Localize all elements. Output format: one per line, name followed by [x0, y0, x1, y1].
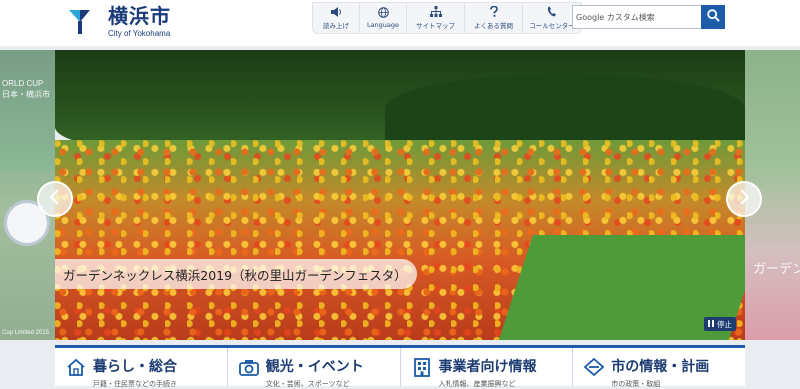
- tool-read-aloud[interactable]: 読み上げ: [313, 3, 360, 33]
- sitemap-icon: [429, 6, 442, 17]
- next-slide-caption: ガーデン: [753, 262, 800, 277]
- tool-language[interactable]: Language: [360, 3, 407, 33]
- tool-label: Language: [366, 21, 400, 29]
- nav-sub: 戸籍・住民票などの手続き: [93, 380, 177, 388]
- search-input[interactable]: [572, 5, 701, 29]
- site-logo[interactable]: 横浜市 City of Yokohama: [66, 6, 171, 40]
- slide-caption[interactable]: ガーデンネックレス横浜2019（秋の里山ガーデンフェスタ）: [55, 259, 417, 289]
- chevron-left-icon: [49, 189, 61, 209]
- tool-label: 読み上げ: [323, 22, 349, 30]
- nav-business[interactable]: 事業者向け情報 入札情報、産業振興など: [401, 348, 574, 388]
- house-icon: [65, 356, 87, 378]
- slider-stop-button[interactable]: 停止: [704, 317, 736, 331]
- nav-sub: 市の政策・取組: [611, 380, 661, 388]
- question-icon: [488, 6, 500, 17]
- next-slide-button[interactable]: [726, 181, 762, 217]
- prev-slide-button[interactable]: [37, 181, 73, 217]
- yokohama-logo-mark-icon: [66, 6, 100, 40]
- tool-label: よくある質問: [474, 22, 513, 30]
- rugby-world-cup-banner-image: [0, 50, 55, 170]
- nav-tourism[interactable]: 観光・イベント 文化・芸術、スポーツなど: [228, 348, 401, 388]
- logo-title: 横浜市: [108, 4, 171, 28]
- nav-sub: 入札情報、産業振興など: [438, 380, 516, 388]
- category-nav: 暮らし・総合 戸籍・住民票などの手続き 観光・イベント 文化・芸術、スポーツなど…: [55, 345, 745, 388]
- search-box: [572, 5, 725, 29]
- tool-label: コールセンター: [529, 22, 575, 30]
- chevron-right-icon: [738, 189, 750, 209]
- globe-icon: [377, 7, 389, 18]
- forest-area-right: [385, 74, 745, 144]
- pause-icon: [708, 319, 714, 329]
- nav-city-info[interactable]: 市の情報・計画 市の政策・取組: [573, 348, 745, 388]
- hero-slider: ORLD CUP 日本・横浜市 Cup Limited 2015 ガーデン ガー…: [0, 50, 800, 340]
- nav-label: 観光・イベント: [265, 359, 364, 375]
- logo-subtitle: City of Yokohama: [108, 29, 171, 38]
- nav-sub: 文化・芸術、スポーツなど: [265, 380, 350, 388]
- search-button[interactable]: [701, 5, 725, 29]
- city-hall-icon: [583, 356, 605, 378]
- site-header: 横浜市 City of Yokohama 読み上げ Language サイトマッ…: [0, 0, 800, 46]
- camera-icon: [238, 356, 260, 378]
- utility-toolbar: 読み上げ Language サイトマップ よくある質問 コールセンター: [312, 2, 582, 34]
- nav-label: 暮らし・総合: [93, 359, 177, 375]
- nav-label: 事業者向け情報: [438, 359, 537, 375]
- slide-caption-text: ガーデンネックレス横浜2019（秋の里山ガーデンフェスタ）: [63, 267, 407, 283]
- nav-living[interactable]: 暮らし・総合 戸籍・住民票などの手続き: [55, 348, 228, 388]
- nav-label: 市の情報・計画: [611, 359, 710, 375]
- building-icon: [411, 356, 433, 378]
- search-icon: [706, 9, 720, 25]
- stop-label: 停止: [717, 319, 732, 329]
- previous-slide-text: ORLD CUP 日本・横浜市: [2, 79, 50, 100]
- previous-slide-footer: Cup Limited 2015: [2, 330, 50, 336]
- tool-faq[interactable]: よくある質問: [465, 3, 523, 33]
- tool-label: サイトマップ: [416, 22, 455, 30]
- current-slide-image[interactable]: [55, 50, 745, 340]
- speaker-icon: [330, 6, 342, 17]
- tool-sitemap[interactable]: サイトマップ: [407, 3, 465, 33]
- phone-icon: [546, 6, 558, 17]
